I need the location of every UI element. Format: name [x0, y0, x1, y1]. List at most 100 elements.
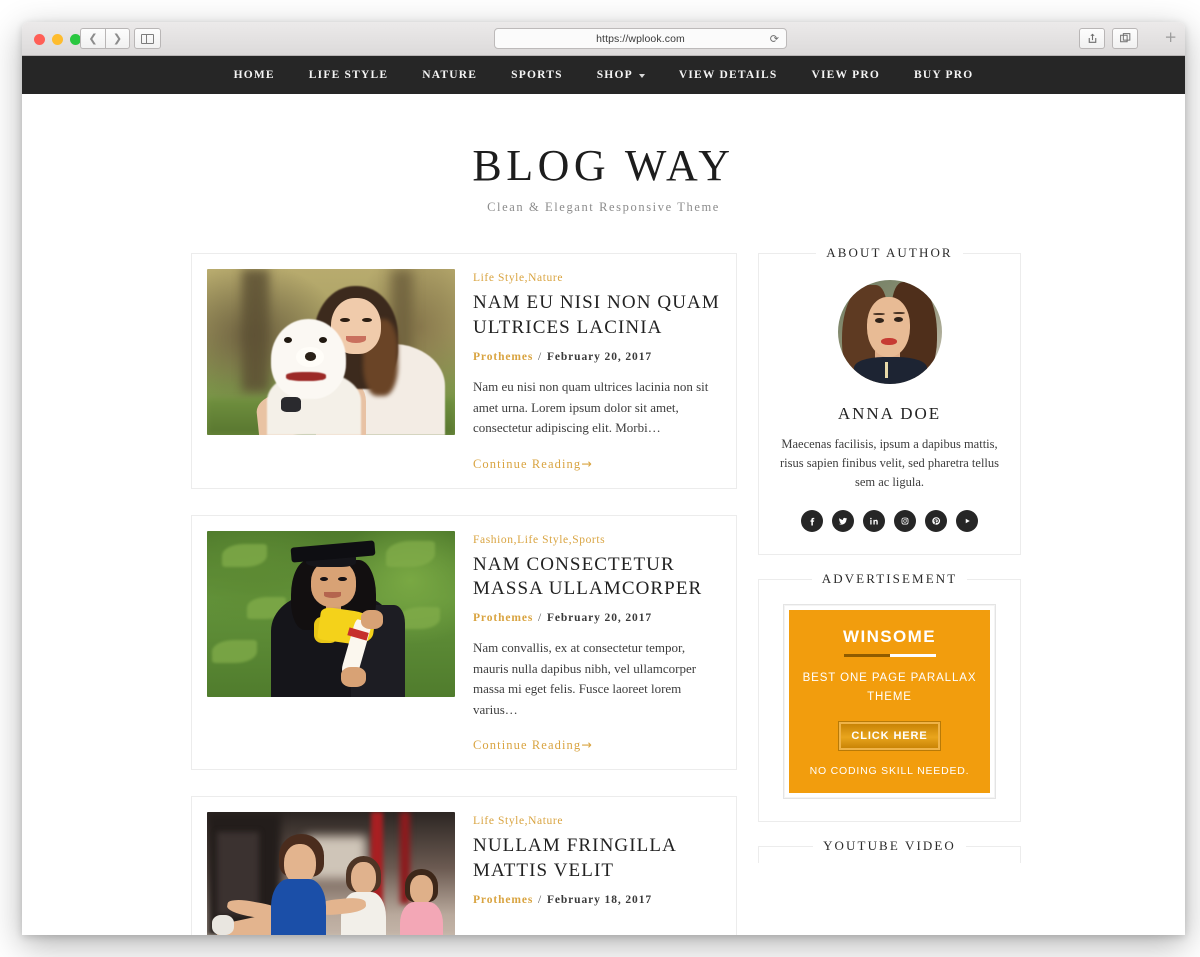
nav-item-life-style[interactable]: LIFE STYLE	[292, 69, 405, 81]
post-thumbnail[interactable]	[207, 269, 455, 436]
site-navigation: HOME LIFE STYLE NATURE SPORTS SHOP VIEW …	[22, 56, 1185, 94]
post-date: February 20, 2017	[546, 612, 652, 625]
social-link-linkedin[interactable]	[863, 510, 885, 533]
linkedin-icon	[870, 518, 878, 525]
sidebar-toggle-button[interactable]	[134, 28, 161, 49]
ad-cta-button[interactable]: CLICK HERE	[839, 722, 940, 751]
post-excerpt: Nam convallis, ex at consectetur tempor,…	[473, 640, 697, 717]
post-author[interactable]: Prothemes	[473, 351, 533, 363]
window-controls	[34, 34, 81, 45]
arrow-right-icon: →	[581, 455, 592, 471]
new-tab-button[interactable]: +	[1164, 30, 1177, 45]
avatar	[837, 280, 942, 385]
sidebar: ABOUT AUTHOR ANNA DOE Maecenas facilisis…	[758, 245, 1021, 864]
social-link-facebook[interactable]	[801, 510, 823, 533]
author-portrait	[837, 280, 942, 385]
nav-label: BUY PRO	[914, 69, 974, 81]
nav-label: LIFE STYLE	[308, 69, 389, 81]
post-card: Life Style,Nature NAM EU NISI NON QUAM U…	[191, 253, 737, 489]
continue-reading-label: Continue Reading	[473, 738, 582, 753]
youtube-video-widget: YOUTUBE VIDEO	[758, 838, 1021, 864]
share-icon	[1088, 33, 1096, 43]
instagram-icon	[901, 518, 909, 525]
post-image-gym-class	[207, 812, 455, 935]
post-categories[interactable]: Fashion,Life Style,Sports	[473, 534, 721, 546]
close-window-button[interactable]	[34, 34, 45, 45]
navigation-buttons: ❮ ❯	[80, 28, 130, 49]
continue-reading-link[interactable]: Continue Reading→	[473, 737, 592, 753]
post-categories[interactable]: Life Style,Nature	[473, 815, 721, 827]
post-meta: Prothemes / February 18, 2017	[473, 894, 721, 906]
post-excerpt: Nam eu nisi non quam ultrices lacinia no…	[473, 379, 709, 436]
post-thumbnail[interactable]	[207, 812, 455, 935]
social-links	[777, 510, 1002, 533]
post-author[interactable]: Prothemes	[473, 894, 533, 906]
social-link-youtube[interactable]	[956, 510, 978, 533]
post-thumbnail[interactable]	[207, 530, 455, 697]
browser-window: ❮ ❯ https://wplook.com ⟳ + HOME LIFE STY…	[22, 22, 1185, 935]
post-title[interactable]: NULLAM FRINGILLA MATTIS VELIT	[473, 834, 721, 883]
site-tagline: Clean & Elegant Responsive Theme	[487, 200, 720, 215]
meta-separator: /	[538, 351, 543, 364]
nav-item-view-details[interactable]: VIEW DETAILS	[662, 69, 795, 81]
webpage-viewport: HOME LIFE STYLE NATURE SPORTS SHOP VIEW …	[22, 56, 1185, 935]
sidebar-icon	[141, 33, 154, 44]
post-author[interactable]: Prothemes	[473, 612, 533, 624]
content-wrapper: Life Style,Nature NAM EU NISI NON QUAM U…	[22, 245, 1185, 935]
share-button[interactable]	[1079, 28, 1105, 49]
post-date: February 18, 2017	[546, 893, 652, 906]
ad-banner[interactable]: WINSOME BEST ONE PAGE PARALLAX THEME CLI…	[789, 610, 990, 794]
nav-label: VIEW PRO	[811, 69, 880, 81]
reload-icon[interactable]: ⟳	[770, 33, 779, 44]
address-bar[interactable]: https://wplook.com ⟳	[494, 28, 787, 49]
url-text: https://wplook.com	[596, 32, 685, 45]
widget-title: ADVERTISEMENT	[811, 571, 968, 588]
nav-item-home[interactable]: HOME	[217, 69, 292, 81]
forward-button[interactable]: ❯	[105, 28, 130, 49]
post-title[interactable]: NAM CONSECTETUR MASSA ULLAMCORPER	[473, 553, 721, 602]
nav-item-shop[interactable]: SHOP	[580, 69, 662, 81]
ad-divider	[843, 654, 936, 658]
post-meta: Prothemes / February 20, 2017	[473, 612, 721, 624]
about-author-widget: ABOUT AUTHOR ANNA DOE Maecenas facilisis…	[758, 245, 1021, 556]
chevron-down-icon	[638, 74, 645, 78]
nav-item-view-pro[interactable]: VIEW PRO	[795, 69, 898, 81]
nav-item-sports[interactable]: SPORTS	[494, 69, 580, 81]
site-title[interactable]: BLOG WAY	[22, 141, 1185, 190]
post-title[interactable]: NAM EU NISI NON QUAM ULTRICES LACINIA	[473, 291, 721, 340]
twitter-icon	[838, 518, 848, 526]
nav-label: SHOP	[596, 69, 633, 81]
post-meta: Prothemes / February 20, 2017	[473, 351, 721, 363]
social-link-instagram[interactable]	[894, 510, 916, 533]
nav-item-buy-pro[interactable]: BUY PRO	[897, 69, 990, 81]
post-image-graduate	[207, 530, 455, 697]
nav-label: VIEW DETAILS	[678, 69, 778, 81]
post-card: Life Style,Nature NULLAM FRINGILLA MATTI…	[191, 796, 737, 935]
minimize-window-button[interactable]	[52, 34, 63, 45]
youtube-icon	[965, 519, 970, 524]
show-tabs-button[interactable]	[1112, 28, 1138, 49]
post-body: Fashion,Life Style,Sports NAM CONSECTETU…	[473, 531, 721, 755]
ad-brand: WINSOME	[843, 627, 936, 647]
post-card: Fashion,Life Style,Sports NAM CONSECTETU…	[191, 514, 737, 771]
social-link-twitter[interactable]	[832, 510, 854, 533]
nav-item-nature[interactable]: NATURE	[405, 69, 494, 81]
posts-column: Life Style,Nature NAM EU NISI NON QUAM U…	[191, 253, 737, 935]
continue-reading-link[interactable]: Continue Reading→	[473, 456, 592, 472]
site-masthead: BLOG WAY Clean & Elegant Responsive Them…	[22, 94, 1185, 253]
post-image-woman-with-dog	[207, 269, 455, 436]
author-bio: Maecenas facilisis, ipsum a dapibus matt…	[779, 437, 1000, 490]
facebook-icon	[810, 518, 815, 526]
back-button[interactable]: ❮	[80, 28, 105, 49]
author-name: ANNA DOE	[837, 404, 942, 424]
browser-toolbar: ❮ ❯ https://wplook.com ⟳ +	[22, 22, 1185, 56]
ad-footnote: NO CODING SKILL NEEDED.	[809, 765, 970, 778]
ad-headline: BEST ONE PAGE PARALLAX THEME	[802, 672, 977, 703]
post-categories[interactable]: Life Style,Nature	[473, 272, 721, 284]
tabs-icon	[1119, 33, 1130, 43]
post-body: Life Style,Nature NAM EU NISI NON QUAM U…	[473, 269, 721, 472]
continue-reading-label: Continue Reading	[473, 456, 582, 471]
nav-label: NATURE	[422, 69, 478, 81]
social-link-pinterest[interactable]	[925, 510, 947, 533]
advertisement-widget: ADVERTISEMENT WINSOME BEST ONE PAGE PARA…	[758, 571, 1021, 823]
